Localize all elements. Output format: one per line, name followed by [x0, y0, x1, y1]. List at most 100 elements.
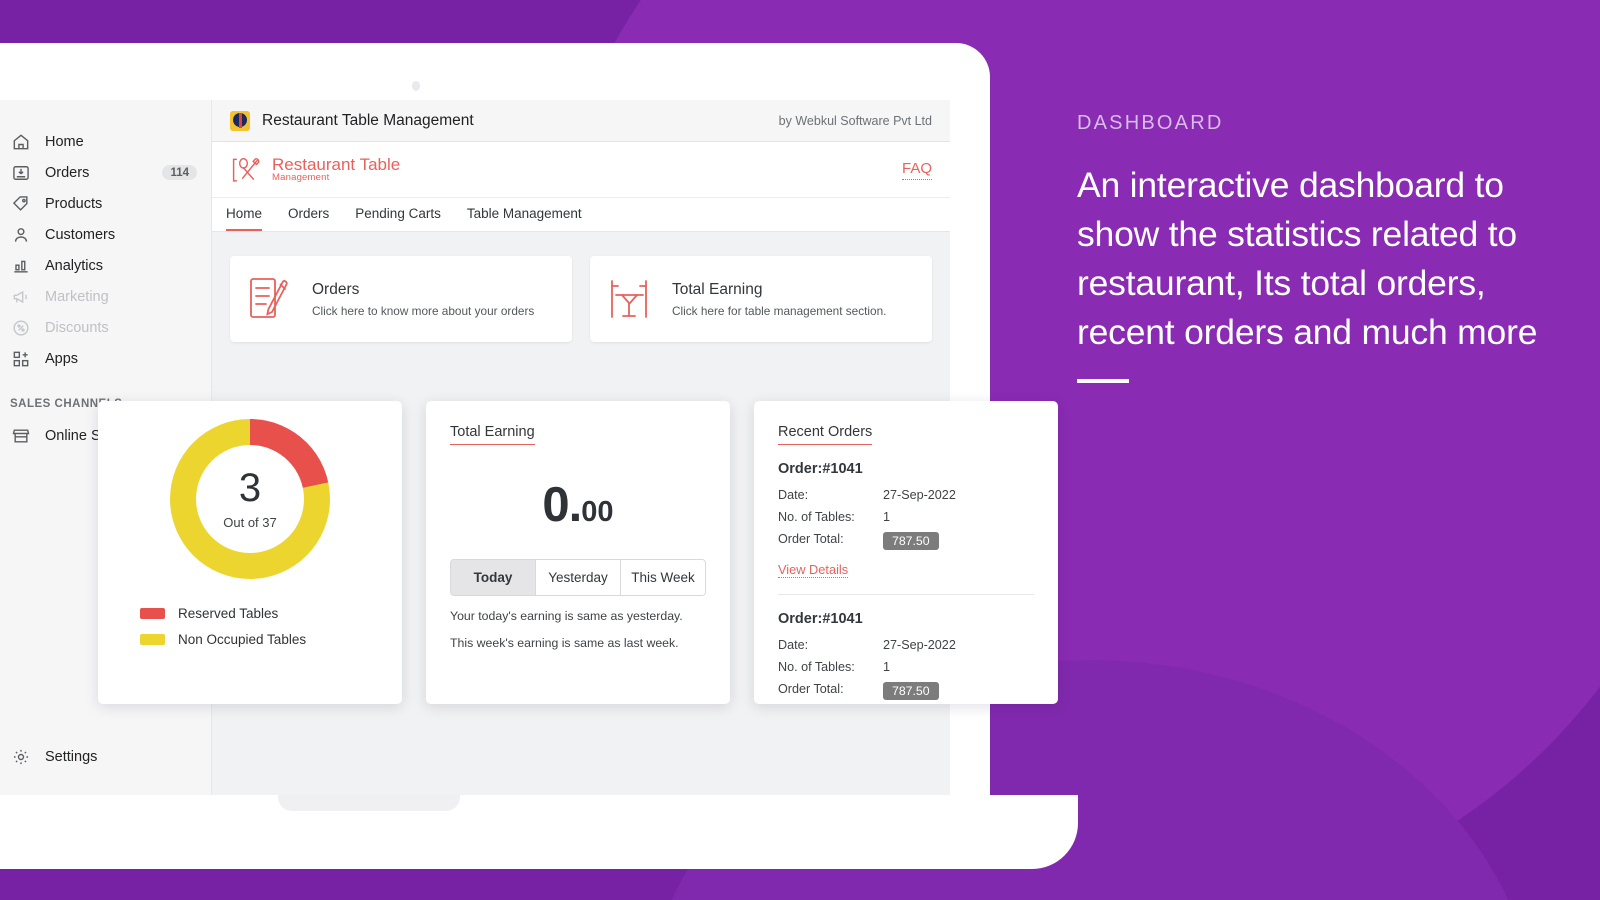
sidebar-item-label: Analytics	[45, 257, 104, 274]
legend-label: Non Occupied Tables	[178, 632, 307, 647]
legend-item-reserved: Reserved Tables	[140, 606, 306, 621]
sidebar-item-marketing[interactable]: Marketing	[0, 281, 211, 312]
order-total-badge: 787.50	[883, 532, 939, 550]
earning-body: Total Earning 0.00 Today Yesterday This …	[426, 401, 730, 672]
laptop-trackpad-notch	[278, 795, 460, 811]
order-date-row: Date: 27-Sep-2022	[778, 488, 1034, 502]
order-tables-row: No. of Tables: 1	[778, 660, 1034, 674]
sidebar-item-customers[interactable]: Customers	[0, 219, 211, 250]
widget-total-earning: Total Earning 0.00 Today Yesterday This …	[426, 401, 730, 704]
brand-bar: Restaurant Table Management FAQ	[212, 142, 950, 198]
brand-subtitle: Management	[272, 172, 330, 184]
sidebar-item-label: Orders	[45, 164, 90, 181]
dashboard-widgets: 3 Out of 37 Reserved Tables Non Occupied…	[98, 401, 1058, 704]
brand-text: Restaurant Table Management	[272, 154, 401, 184]
apps-icon	[10, 348, 31, 369]
donut-chart: 3 Out of 37 Reserved Tables Non Occupied…	[98, 401, 402, 658]
legend-swatch-reserved	[140, 608, 165, 619]
earning-decimal: 00	[581, 496, 614, 528]
donut-center: 3 Out of 37	[196, 445, 304, 553]
sidebar-item-apps[interactable]: Apps	[0, 343, 211, 374]
earning-amount: 0.00	[450, 477, 706, 533]
chart-legend: Reserved Tables Non Occupied Tables	[98, 606, 306, 658]
store-icon	[10, 425, 31, 446]
order-date-row: Date: 27-Sep-2022	[778, 638, 1034, 652]
view-details-link[interactable]: View Details	[778, 562, 849, 578]
app-logo-icon	[230, 110, 250, 131]
order-date-value: 27-Sep-2022	[883, 488, 956, 502]
earning-tab-this-week[interactable]: This Week	[620, 560, 705, 595]
sidebar-item-orders[interactable]: Orders 114	[0, 157, 211, 188]
notepad-pen-icon	[246, 275, 296, 323]
sidebar-item-settings[interactable]: Settings	[0, 741, 212, 772]
faq-link[interactable]: FAQ	[901, 160, 932, 180]
settings-label: Settings	[45, 748, 98, 765]
widget-title: Total Earning	[450, 424, 535, 445]
discounts-icon	[10, 317, 31, 338]
order-total-label: Order Total:	[778, 682, 844, 696]
shortcut-cards: Orders Click here to know more about you…	[212, 232, 950, 342]
table-chair-icon	[606, 275, 656, 323]
legend-swatch-non-occupied	[140, 634, 165, 645]
promo-rule	[1077, 378, 1129, 383]
legend-label: Reserved Tables	[178, 606, 279, 621]
analytics-icon	[10, 255, 31, 276]
order-tables-value: 1	[883, 660, 891, 674]
sidebar-item-analytics[interactable]: Analytics	[0, 250, 211, 281]
order-item: Order:#1041 Date: 27-Sep-2022 No. of Tab…	[778, 445, 1034, 595]
promo-panel: DASHBOARD An interactive dashboard to sh…	[1077, 112, 1557, 383]
tab-table-management[interactable]: Table Management	[467, 206, 582, 231]
donut-sublabel: Out of 37	[223, 515, 277, 530]
fork-spoon-logo-icon	[230, 153, 266, 187]
shortcut-text: Orders Click here to know more about you…	[312, 281, 534, 318]
gear-icon	[10, 746, 31, 767]
sidebar-item-products[interactable]: Products	[0, 188, 211, 219]
tab-orders[interactable]: Orders	[288, 206, 329, 231]
laptop-base	[0, 795, 1078, 869]
legend-item-non-occupied: Non Occupied Tables	[140, 632, 306, 647]
orders-count-badge: 114	[162, 165, 197, 180]
earning-integer: 0.	[542, 478, 582, 532]
order-id: Order:#1041	[778, 611, 863, 627]
orders-body: Recent Orders Order:#1041 Date: 27-Sep-2…	[754, 401, 1058, 704]
orders-icon	[10, 162, 31, 183]
earning-tab-today[interactable]: Today	[451, 560, 535, 595]
app-tabs: Home Orders Pending Carts Table Manageme…	[212, 198, 950, 232]
order-date-value: 27-Sep-2022	[883, 638, 956, 652]
shortcut-card-orders[interactable]: Orders Click here to know more about you…	[230, 256, 572, 342]
order-total-row: Order Total: 787.50	[778, 532, 1034, 550]
order-date-label: Date:	[778, 488, 809, 502]
customers-icon	[10, 224, 31, 245]
order-tables-label: No. of Tables:	[778, 510, 855, 524]
shortcut-text: Total Earning Click here for table manag…	[672, 281, 886, 318]
home-icon	[10, 131, 31, 152]
order-tables-label: No. of Tables:	[778, 660, 855, 674]
donut-ring: 3 Out of 37	[170, 419, 330, 579]
order-tables-value: 1	[883, 510, 891, 524]
promo-headline: An interactive dashboard to show the sta…	[1077, 165, 1538, 352]
tab-home[interactable]: Home	[226, 206, 263, 231]
webcam-icon	[412, 81, 420, 91]
shortcut-desc: Click here to know more about your order…	[312, 303, 535, 318]
marketing-icon	[10, 286, 31, 307]
shortcut-desc: Click here for table management section.	[672, 303, 887, 318]
order-total-badge: 787.50	[883, 682, 939, 700]
tab-pending-carts[interactable]: Pending Carts	[355, 206, 441, 231]
sidebar-item-label: Apps	[45, 350, 79, 367]
shortcut-card-total-earning[interactable]: Total Earning Click here for table manag…	[590, 256, 932, 342]
shortcut-title: Orders	[312, 280, 360, 298]
order-total-row: Order Total: 787.50	[778, 682, 1034, 700]
settings-row-inner[interactable]: Settings	[0, 741, 212, 772]
sidebar-item-label: Marketing	[45, 288, 109, 305]
sidebar-item-discounts[interactable]: Discounts	[0, 312, 211, 343]
app-titlebar: Restaurant Table Management by Webkul So…	[212, 100, 950, 142]
order-id: Order:#1041	[778, 461, 863, 477]
earning-tab-yesterday[interactable]: Yesterday	[535, 560, 620, 595]
order-total-label: Order Total:	[778, 532, 844, 546]
sidebar-item-label: Products	[45, 195, 103, 212]
brand-name: Restaurant Table	[272, 154, 401, 174]
earning-note: This week's earning is same as last week…	[450, 636, 679, 650]
widget-tables-chart: 3 Out of 37 Reserved Tables Non Occupied…	[98, 401, 402, 704]
app-vendor: by Webkul Software Pvt Ltd	[778, 113, 932, 128]
sidebar-item-home[interactable]: Home	[0, 126, 211, 157]
